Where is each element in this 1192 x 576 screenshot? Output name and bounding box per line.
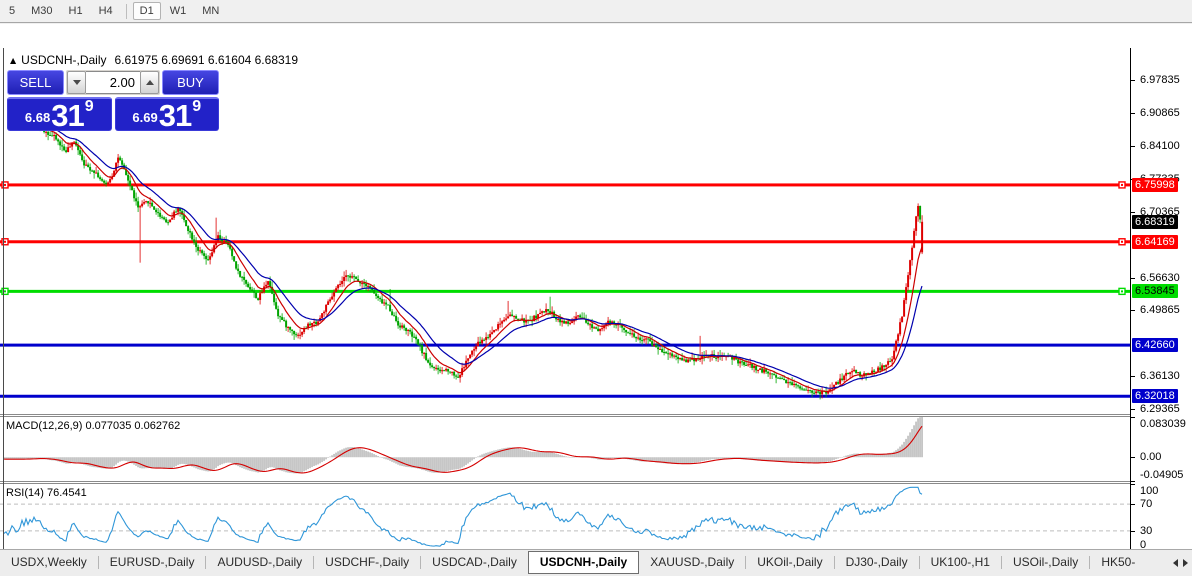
price-axis[interactable]: 6.978356.908656.841006.773356.703656.566… xyxy=(1131,48,1192,572)
rsi-tick-label: 100 xyxy=(1140,485,1159,497)
tab-scroll-right-icon[interactable] xyxy=(1183,559,1188,567)
pane-splitter[interactable] xyxy=(0,483,1192,484)
buy-price-display[interactable]: 6.69 31 9 xyxy=(114,97,219,133)
price-level-label: 6.75998 xyxy=(1132,177,1178,192)
axis-tick-mark xyxy=(1131,481,1135,482)
timeframe-button-m30[interactable]: M30 xyxy=(24,2,59,20)
chart-tab-usdcnh-daily[interactable]: USDCNH-,Daily xyxy=(527,551,640,574)
chart-tab-usdchf-daily[interactable]: USDCHF-,Daily xyxy=(314,552,420,573)
volume-input[interactable] xyxy=(86,71,140,94)
axis-tick-mark xyxy=(1131,408,1135,410)
timeframe-button-h4[interactable]: H4 xyxy=(92,2,120,20)
chart-tab-xauusd-daily[interactable]: XAUUSD-,Daily xyxy=(639,552,745,573)
axis-tick-mark xyxy=(1131,417,1135,418)
rsi-indicator-label: RSI(14) 76.4541 xyxy=(6,487,87,499)
chart-tab-usdcad-daily[interactable]: USDCAD-,Daily xyxy=(421,552,528,573)
tab-scroll-left-icon[interactable] xyxy=(1173,559,1178,567)
chart-window: ▲ USDCNH-,Daily 6.61975 6.69691 6.61604 6.… xyxy=(0,24,1192,573)
axis-tick-mark xyxy=(1131,310,1135,312)
chart-tab-audusd-daily[interactable]: AUDUSD-,Daily xyxy=(206,552,313,573)
macd-indicator-label: MACD(12,26,9) 0.077035 0.062762 xyxy=(6,420,181,432)
timeframe-button-w1[interactable]: W1 xyxy=(163,2,194,20)
price-tick-label: 6.56630 xyxy=(1140,271,1180,284)
buy-price-small: 6.69 xyxy=(132,110,158,125)
price-tick-label: 6.84100 xyxy=(1140,139,1180,152)
collapse-arrow-icon[interactable]: ▲ xyxy=(10,56,16,65)
current-price-label: 6.68319 xyxy=(1132,214,1178,229)
price-level-label: 6.42660 xyxy=(1132,338,1178,353)
up-arrow-icon xyxy=(145,80,154,85)
volume-increase-button[interactable] xyxy=(140,71,159,94)
sell-price-sup: 9 xyxy=(84,98,94,115)
chart-tab-dj30-daily[interactable]: DJ30-,Daily xyxy=(835,552,919,573)
axis-tick-mark xyxy=(1131,277,1135,279)
volume-decrease-button[interactable] xyxy=(67,71,86,94)
sell-price-display[interactable]: 6.68 31 9 xyxy=(7,97,112,131)
price-axis-border xyxy=(1130,48,1131,572)
chart-tab-usoil-daily[interactable]: USOil-,Daily xyxy=(1002,552,1089,573)
price-tick-label: 6.90865 xyxy=(1140,107,1180,120)
chart-tab-uk100-h1[interactable]: UK100-,H1 xyxy=(920,552,1001,573)
axis-tick-mark xyxy=(1131,484,1135,485)
price-level-label: 6.53845 xyxy=(1132,284,1178,299)
axis-tick-mark xyxy=(1131,530,1135,532)
down-arrow-icon xyxy=(72,80,81,85)
chart-ohlc-values: 6.61975 6.69691 6.61604 6.68319 xyxy=(114,53,299,67)
sell-price-big: 31 xyxy=(51,98,84,133)
tab-scroll-arrows xyxy=(1162,550,1192,576)
price-level-label: 6.64169 xyxy=(1132,234,1178,249)
sell-button[interactable]: SELL xyxy=(7,70,64,95)
price-level-label: 6.32018 xyxy=(1132,389,1178,404)
buy-price-big: 31 xyxy=(158,98,192,133)
axis-tick-mark xyxy=(1131,211,1135,213)
rsi-tick-label: 30 xyxy=(1140,524,1153,537)
buy-price-sup: 9 xyxy=(192,98,202,115)
price-tick-label: 6.29365 xyxy=(1140,402,1180,415)
axis-tick-mark xyxy=(1131,376,1135,378)
pane-splitter[interactable] xyxy=(0,416,1192,417)
pane-splitter[interactable] xyxy=(0,481,1192,482)
chart-symbol: USDCNH-,Daily xyxy=(21,53,107,67)
toolbar-separator xyxy=(125,3,127,19)
macd-tick-label: 0.083039 xyxy=(1140,418,1186,430)
rsi-tick-label: 70 xyxy=(1140,498,1153,511)
timeframe-button-mn[interactable]: MN xyxy=(195,2,226,20)
chart-tab-bar: USDX,Weekly EURUSD-,Daily AUDUSD-,Daily USD… xyxy=(0,550,1192,576)
price-tick-label: 6.36130 xyxy=(1140,370,1180,383)
chart-tab-eurusd-daily[interactable]: EURUSD-,Daily xyxy=(99,552,206,573)
pane-splitter[interactable] xyxy=(0,414,1192,415)
timeframe-button-d1[interactable]: D1 xyxy=(132,2,161,20)
volume-spinner xyxy=(66,70,160,95)
timeframe-toolbar: 5 M30 H1 H4 D1 W1 MN xyxy=(0,0,1192,23)
rsi-indicator-canvas[interactable] xyxy=(0,484,1130,551)
chart-tab-hk50-[interactable]: HK50- xyxy=(1090,552,1146,573)
axis-tick-mark xyxy=(1131,113,1135,115)
window-left-border xyxy=(3,48,4,572)
chart-tab-usdx-weekly[interactable]: USDX,Weekly xyxy=(0,552,98,573)
axis-tick-mark xyxy=(1131,457,1135,459)
price-tick-label: 6.97835 xyxy=(1140,74,1180,86)
axis-tick-mark xyxy=(1131,145,1135,147)
timeframe-button-5[interactable]: 5 xyxy=(2,2,22,20)
macd-tick-label: 0.00 xyxy=(1140,451,1162,464)
chart-title: ▲ USDCNH-,Daily 6.61975 6.69691 6.61604 6.… xyxy=(10,53,298,67)
timeframe-button-h1[interactable]: H1 xyxy=(62,2,90,20)
price-tick-label: 6.49865 xyxy=(1140,304,1180,317)
buy-button[interactable]: BUY xyxy=(162,70,219,95)
sell-price-small: 6.68 xyxy=(24,110,51,125)
axis-tick-mark xyxy=(1131,80,1135,81)
macd-tick-label: -0.04905 xyxy=(1140,469,1184,481)
one-click-trading-panel: SELL BUY 6.68 31 9 6.69 31 9 xyxy=(7,70,219,131)
chart-tab-ukoil-daily[interactable]: UKOil-,Daily xyxy=(746,552,833,573)
axis-tick-mark xyxy=(1131,504,1135,506)
